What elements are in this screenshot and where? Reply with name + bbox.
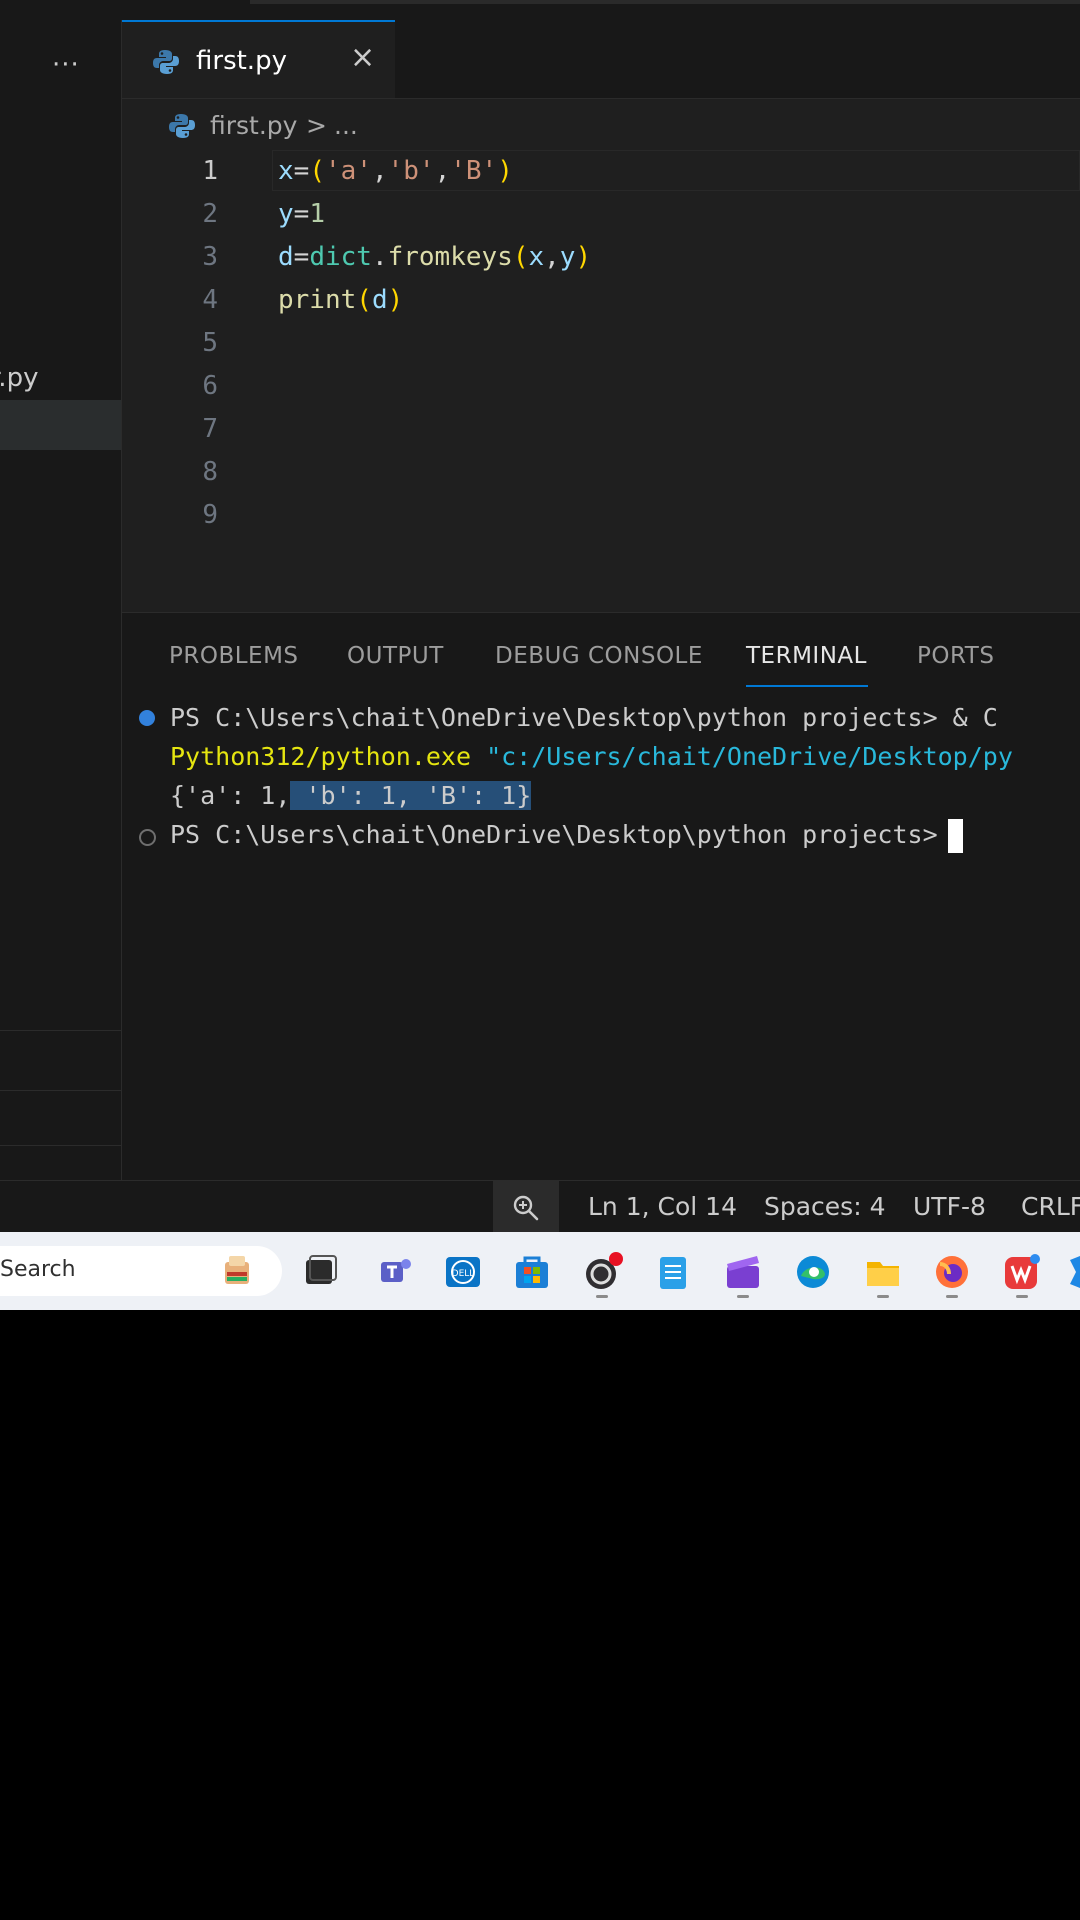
- notepad-icon[interactable]: [653, 1252, 693, 1292]
- terminal-prompt: PS C:\Users\chait\OneDrive\Desktop\pytho…: [170, 820, 938, 849]
- tab-ports[interactable]: PORTS: [917, 643, 994, 669]
- running-indicator: [1016, 1295, 1028, 1298]
- teams-icon[interactable]: [375, 1252, 415, 1292]
- terminal[interactable]: PS C:\Users\chait\OneDrive\Desktop\pytho…: [122, 698, 1080, 1178]
- zoom-button[interactable]: [493, 1181, 559, 1233]
- sidebar-divider: [0, 1030, 121, 1031]
- microsoft-store-icon[interactable]: [512, 1252, 552, 1292]
- tab-output[interactable]: OUTPUT: [347, 643, 444, 669]
- screen: ··· r.py first.py ×: [0, 0, 1080, 1310]
- running-indicator: [946, 1295, 958, 1298]
- code-text: x=('a','b','B'): [278, 156, 513, 186]
- title-strip: [0, 0, 1080, 20]
- command-idle-icon[interactable]: [139, 829, 156, 846]
- line-number: 5: [202, 328, 218, 358]
- wps-office-icon[interactable]: [1002, 1252, 1042, 1292]
- terminal-prompt: PS C:\Users\chait\OneDrive\Desktop\pytho…: [170, 703, 938, 732]
- line-number: 6: [202, 371, 218, 401]
- active-tab-indicator: [746, 685, 868, 687]
- terminal-selected-text: 'b': 1, 'B': 1}: [290, 781, 532, 810]
- explorer-file-item[interactable]: r.py: [0, 358, 121, 398]
- taskbar-search[interactable]: Search: [0, 1246, 282, 1296]
- running-indicator: [596, 1295, 608, 1298]
- breadcrumb-file[interactable]: first.py: [210, 111, 297, 140]
- python-file-icon: [168, 112, 196, 146]
- close-tab-icon[interactable]: ×: [350, 40, 375, 75]
- clipchamp-icon[interactable]: [723, 1252, 763, 1292]
- more-actions-icon[interactable]: ···: [52, 50, 80, 80]
- command-success-icon[interactable]: [139, 710, 155, 726]
- edge-icon[interactable]: [793, 1252, 833, 1292]
- code-line[interactable]: 1 x=('a','b','B'): [122, 150, 1080, 193]
- line-number: 1: [202, 156, 218, 186]
- terminal-cursor: [947, 819, 963, 853]
- code-line[interactable]: 9: [122, 494, 1080, 537]
- line-number: 8: [202, 457, 218, 487]
- sidebar-divider: [0, 1145, 121, 1146]
- line-number: 2: [202, 199, 218, 229]
- code-line[interactable]: 7: [122, 408, 1080, 451]
- firefox-icon[interactable]: [932, 1252, 972, 1292]
- tab-problems[interactable]: PROBLEMS: [169, 643, 299, 669]
- code-editor[interactable]: 1 x=('a','b','B') 2 y=1 3 d=dict.fromkey…: [122, 150, 1080, 610]
- terminal-line: PS C:\Users\chait\OneDrive\Desktop\pytho…: [170, 815, 963, 855]
- line-number: 9: [202, 500, 218, 530]
- search-highlight-icon: [225, 1256, 249, 1284]
- encoding-status[interactable]: UTF-8: [913, 1192, 986, 1221]
- code-line[interactable]: 2 y=1: [122, 193, 1080, 236]
- breadcrumb-separator: >: [306, 111, 327, 140]
- code-line[interactable]: 4 print(d): [122, 279, 1080, 322]
- python-file-icon: [152, 48, 180, 80]
- file-explorer-icon[interactable]: [863, 1252, 903, 1292]
- obs-icon[interactable]: [583, 1252, 623, 1292]
- line-number: 7: [202, 414, 218, 444]
- explorer-sidebar: ··· r.py: [0, 20, 122, 1180]
- code-text: print(d): [278, 285, 404, 315]
- line-number: 4: [202, 285, 218, 315]
- explorer-file-label: r.py: [0, 363, 39, 393]
- status-bar: Ln 1, Col 14 Spaces: 4 UTF-8 CRLF: [0, 1180, 1080, 1233]
- task-view-icon[interactable]: [300, 1252, 340, 1292]
- tab-first-py[interactable]: first.py ×: [122, 20, 395, 98]
- code-line[interactable]: 8: [122, 451, 1080, 494]
- running-indicator: [737, 1295, 749, 1298]
- terminal-output: {'a': 1, 'b': 1, 'B': 1}: [170, 776, 532, 816]
- code-text: y=1: [278, 199, 325, 229]
- terminal-output-text: {'a': 1,: [170, 781, 291, 810]
- terminal-command: & C: [937, 703, 998, 732]
- eol-status[interactable]: CRLF: [1021, 1192, 1080, 1221]
- breadcrumb-symbols[interactable]: ...: [334, 111, 358, 140]
- vscode-icon[interactable]: [1068, 1252, 1080, 1292]
- tab-terminal[interactable]: TERMINAL: [746, 643, 867, 669]
- running-indicator: [877, 1295, 889, 1298]
- cursor-position[interactable]: Ln 1, Col 14: [588, 1192, 737, 1221]
- taskbar: Search DELL: [0, 1232, 1080, 1310]
- editor-tab-bar: first.py ×: [122, 20, 1080, 99]
- explorer-selected-row[interactable]: [0, 400, 121, 450]
- sidebar-divider: [0, 1090, 121, 1091]
- code-line[interactable]: 5: [122, 322, 1080, 365]
- code-line[interactable]: 6: [122, 365, 1080, 408]
- line-number: 3: [202, 242, 218, 272]
- code-text: d=dict.fromkeys(x,y): [278, 242, 592, 272]
- terminal-line: PS C:\Users\chait\OneDrive\Desktop\pytho…: [170, 698, 998, 738]
- zoom-icon: [513, 1195, 539, 1221]
- terminal-line: Python312/python.exe "c:/Users/chait/One…: [170, 737, 1013, 777]
- tab-debug-console[interactable]: DEBUG CONSOLE: [495, 643, 703, 669]
- terminal-executable: Python312/python.exe: [170, 742, 472, 771]
- tab-label: first.py: [196, 46, 287, 76]
- search-label: Search: [0, 1257, 76, 1282]
- code-line[interactable]: 3 d=dict.fromkeys(x,y): [122, 236, 1080, 279]
- bottom-panel: PROBLEMS OUTPUT DEBUG CONSOLE TERMINAL P…: [122, 612, 1080, 1181]
- svg-text:DELL: DELL: [452, 1269, 475, 1279]
- terminal-argument: "c:/Users/chait/OneDrive/Desktop/py: [471, 742, 1013, 771]
- indentation-status[interactable]: Spaces: 4: [764, 1192, 885, 1221]
- dell-icon[interactable]: DELL: [443, 1252, 483, 1292]
